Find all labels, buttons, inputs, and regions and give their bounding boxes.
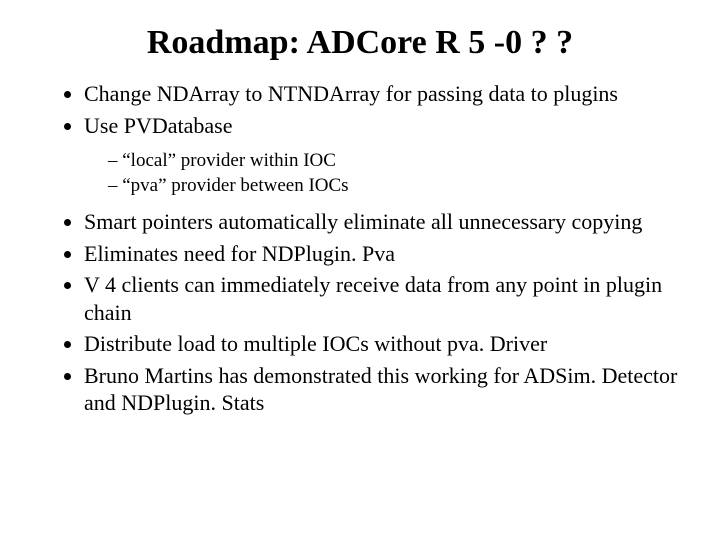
slide: Roadmap: ADCore R 5 -0 ? ? Change NDArra… bbox=[0, 0, 720, 540]
slide-title: Roadmap: ADCore R 5 -0 ? ? bbox=[40, 24, 680, 62]
bullet-item: Change NDArray to NTNDArray for passing … bbox=[84, 80, 680, 108]
bullet-item: Eliminates need for NDPlugin. Pva bbox=[84, 240, 680, 268]
bullet-item: Use PVDatabase bbox=[84, 112, 680, 140]
bullet-list-1: Change NDArray to NTNDArray for passing … bbox=[40, 80, 680, 139]
bullet-item: Smart pointers automatically eliminate a… bbox=[84, 208, 680, 236]
sub-bullet-item: “local” provider within IOC bbox=[108, 149, 680, 174]
bullet-item: Bruno Martins has demonstrated this work… bbox=[84, 362, 680, 417]
sub-bullet-item: “pva” provider between IOCs bbox=[108, 174, 680, 199]
bullet-item: Distribute load to multiple IOCs without… bbox=[84, 330, 680, 358]
bullet-list-2: Smart pointers automatically eliminate a… bbox=[40, 208, 680, 417]
sub-bullet-list: “local” provider within IOC “pva” provid… bbox=[40, 149, 680, 198]
bullet-item: V 4 clients can immediately receive data… bbox=[84, 271, 680, 326]
